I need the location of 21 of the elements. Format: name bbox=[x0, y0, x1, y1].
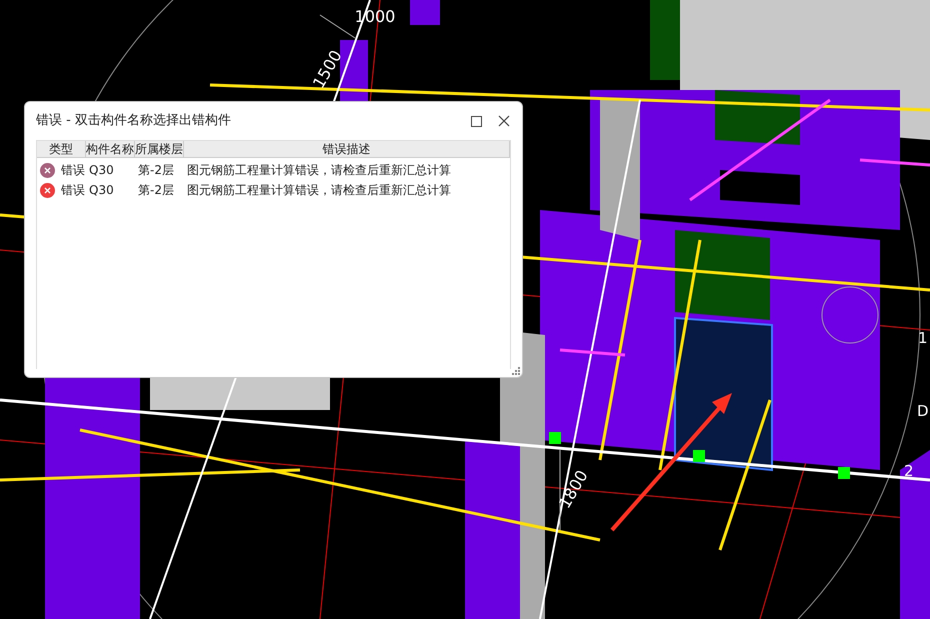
table-cell-text: 第-2层 bbox=[137, 182, 175, 199]
table-cell[interactable]: Q30 bbox=[86, 181, 135, 199]
close-button[interactable] bbox=[496, 113, 512, 129]
resize-grip-icon bbox=[512, 367, 520, 375]
column-header[interactable]: 类型 bbox=[37, 141, 86, 157]
table-cell-text: 错误 bbox=[61, 182, 85, 199]
table-cell-text: 图元钢筋工程量计算错误，请检查后重新汇总计算 bbox=[186, 182, 452, 199]
maximize-icon bbox=[470, 116, 482, 126]
dimension-label: D bbox=[917, 402, 929, 420]
maximize-button[interactable] bbox=[468, 113, 484, 129]
column-header[interactable]: 构件名称 bbox=[86, 141, 135, 157]
column-header[interactable]: 错误描述 bbox=[184, 141, 510, 157]
close-icon bbox=[498, 115, 510, 127]
table-cell-text: 图元钢筋工程量计算错误，请检查后重新汇总计算 bbox=[186, 162, 452, 179]
table-cell-text: 错误 bbox=[61, 162, 85, 179]
table-cell[interactable]: Q30 bbox=[86, 161, 135, 179]
dimension-label: 1 bbox=[918, 329, 928, 347]
column-header[interactable]: 所属楼层 bbox=[135, 141, 184, 157]
dialog-title: 错误 - 双击构件名称选择出错构件 bbox=[36, 112, 232, 130]
dimension-label: 2 bbox=[904, 462, 914, 480]
table-cell-text: 第-2层 bbox=[137, 162, 175, 179]
